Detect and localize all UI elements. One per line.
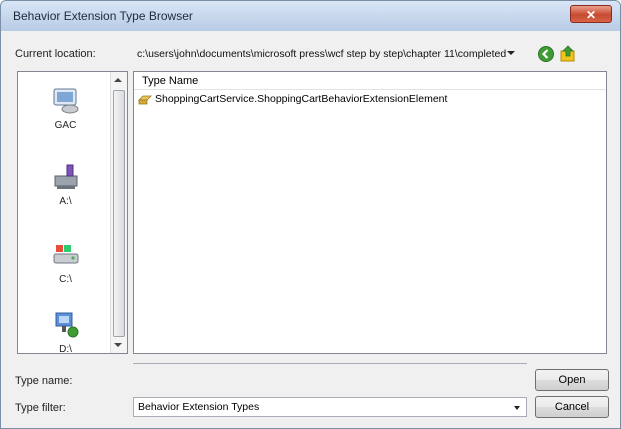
dialog-body: Current location: c:\users\john\document… <box>7 31 614 422</box>
location-item-gac[interactable]: GAC <box>18 86 113 131</box>
scroll-up-arrow-icon[interactable] <box>114 78 122 82</box>
current-location-path[interactable]: c:\users\john\documents\microsoft press\… <box>137 45 519 63</box>
location-label: C:\ <box>59 274 72 285</box>
type-filter-label: Type filter: <box>15 402 66 414</box>
dialog-window: Behavior Extension Type Browser ✕ Curren… <box>0 0 621 429</box>
hard-drive-icon <box>53 245 78 264</box>
scrollbar-thumb[interactable] <box>113 90 125 337</box>
chevron-down-icon[interactable] <box>507 51 515 55</box>
back-icon[interactable] <box>537 45 555 63</box>
gac-icon <box>53 88 78 114</box>
column-header-label: Type Name <box>142 75 199 87</box>
type-filter-select[interactable]: Behavior Extension Types <box>133 397 527 417</box>
type-icon <box>138 95 152 105</box>
location-item-c-drive[interactable]: C:\ <box>18 240 113 285</box>
type-filter-value: Behavior Extension Types <box>138 401 260 413</box>
title-bar[interactable]: Behavior Extension Type Browser ✕ <box>1 1 620 31</box>
location-item-d-drive[interactable]: D:\ <box>18 310 113 355</box>
location-list[interactable]: GAC A:\ C:\ D:\ <box>17 71 128 355</box>
floppy-drive-icon <box>54 164 77 189</box>
close-button[interactable]: ✕ <box>570 5 612 23</box>
location-label: D:\ <box>59 344 72 355</box>
location-list-scrollbar[interactable] <box>110 72 127 353</box>
location-item-a-drive[interactable]: A:\ <box>18 162 113 207</box>
close-icon: ✕ <box>585 8 597 22</box>
type-list[interactable]: Type Name ShoppingCartService.ShoppingCa… <box>133 71 607 354</box>
window-title: Behavior Extension Type Browser <box>13 9 193 23</box>
type-name-field[interactable] <box>133 363 527 383</box>
cancel-button[interactable]: Cancel <box>535 396 609 418</box>
network-drive-icon <box>55 312 78 338</box>
location-label: GAC <box>54 120 77 131</box>
scroll-down-arrow-icon[interactable] <box>114 343 122 347</box>
open-button[interactable]: Open <box>535 369 609 391</box>
up-folder-icon[interactable] <box>559 45 577 63</box>
type-name-label: Type name: <box>15 375 73 387</box>
type-name-column-header[interactable]: Type Name <box>134 72 606 90</box>
chevron-down-icon[interactable] <box>514 406 520 410</box>
current-location-label: Current location: <box>15 48 96 60</box>
location-label: A:\ <box>59 196 72 207</box>
type-name-text: ShoppingCartService.ShoppingCartBehavior… <box>155 93 448 105</box>
